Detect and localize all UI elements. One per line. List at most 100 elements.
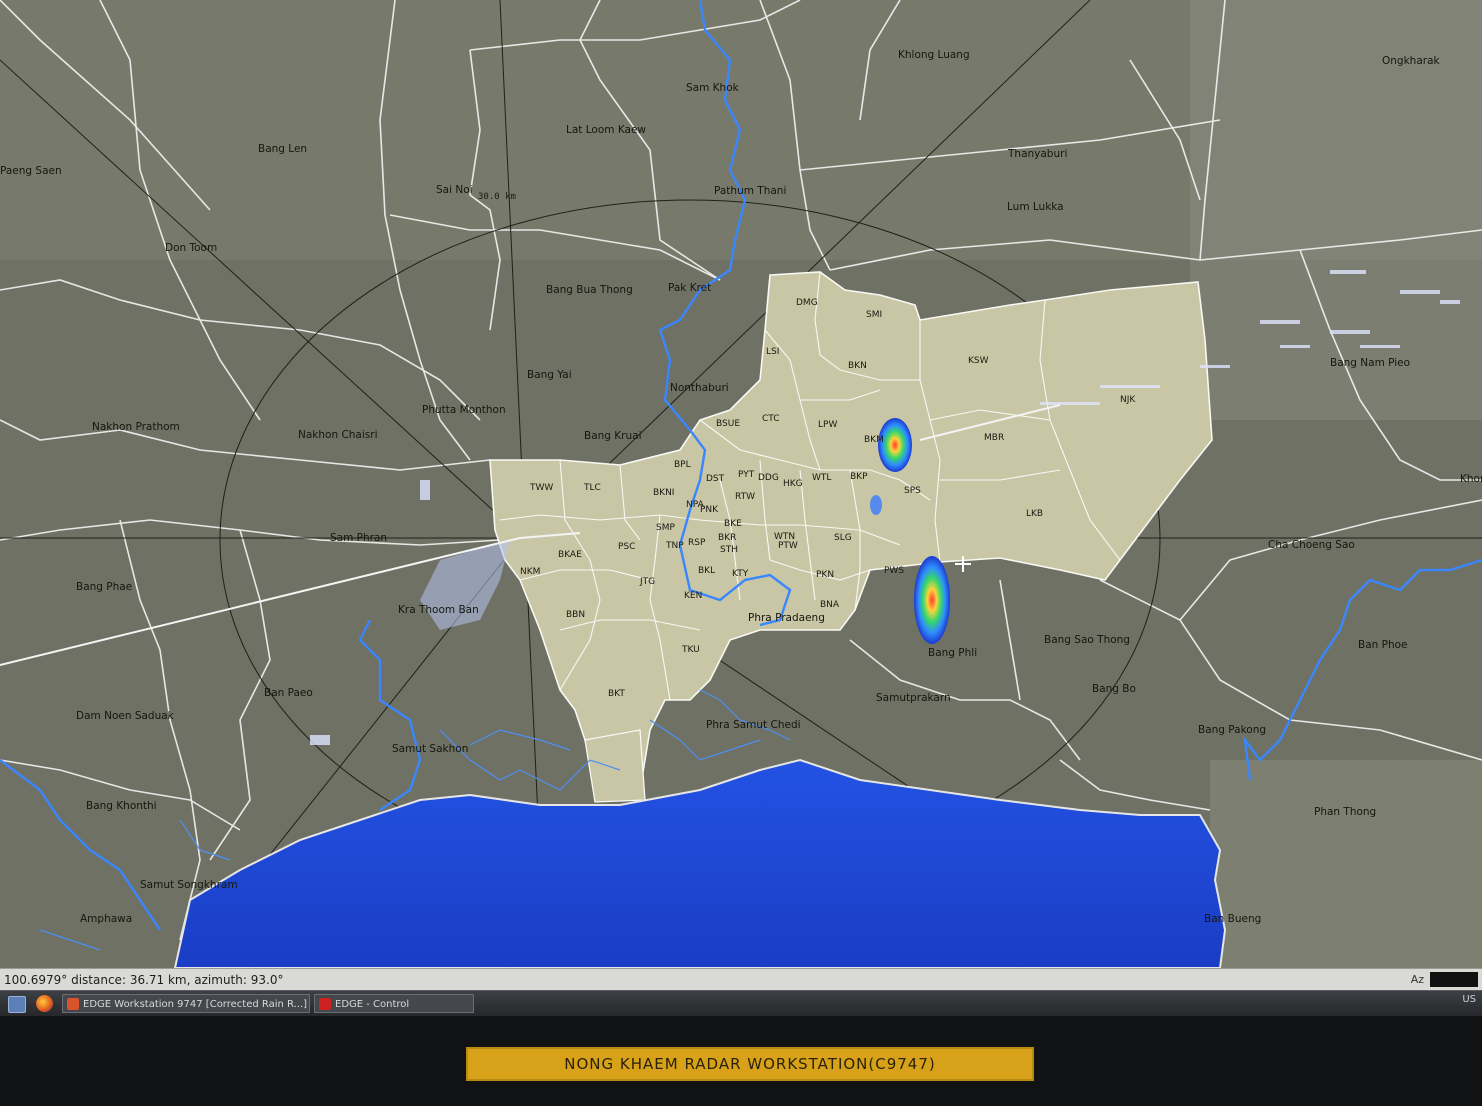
district-label: KSW [968,356,989,366]
azimuth-value: 93.0° [250,973,284,987]
district-label: LPW [818,420,837,430]
place-label: Samut Sakhon [392,743,468,755]
taskbar: EDGE Workstation 9747 [Corrected Rain R.… [0,990,1482,1017]
place-label: Bang Yai [527,369,572,381]
firefox-icon[interactable] [36,995,53,1012]
rain-cell-small [870,495,882,515]
district-label: SLG [834,533,852,543]
district-label: BKN [848,361,867,371]
district-label: KTY [732,569,749,579]
district-label: LKB [1026,509,1043,519]
distance-value: 36.71 km, [129,973,191,987]
app-icon [319,998,331,1010]
rain-cell-north [878,418,912,472]
district-label: PTW [778,541,798,551]
district-label: LSI [766,347,779,357]
place-label: Bang Bo [1092,683,1136,695]
taskbar-item-workstation[interactable]: EDGE Workstation 9747 [Corrected Rain R.… [62,994,310,1013]
place-label: Bang Bua Thong [546,284,633,296]
district-bkt-strip [584,729,646,803]
place-label: Bang Sao Thong [1044,634,1130,646]
place-label: Khlong Luang [898,49,970,61]
place-label: Phra Samut Chedi [706,719,801,731]
place-label: Samutprakarn [876,692,951,704]
place-label: Bang Pakong [1198,724,1266,736]
place-label: Nakhon Chaisri [298,429,377,441]
district-label: PSC [618,542,635,552]
az-label: Az [1410,973,1424,986]
place-label: Phan Thong [1314,806,1376,818]
district-label: NKM [520,567,540,577]
district-label: SMP [656,523,675,533]
place-label: Phutta Monthon [422,404,506,416]
workstation-nameplate: NONG KHAEM RADAR WORKSTATION(C9747) [466,1047,1034,1081]
place-label: Sai Noi [436,184,473,196]
coordinate-value: 100.6979° [4,973,68,987]
place-label: Bang Nam Pieo [1330,357,1410,369]
district-label: HKG [783,479,803,489]
district-label: TWW [529,483,553,493]
district-label: BPL [674,460,691,470]
radar-map[interactable]: 30.0 km Khlong Luang Sam Khok Ongkharak … [0,0,1482,968]
keyboard-layout[interactable]: US [1462,994,1476,1005]
place-label: Ban Phoe [1358,639,1408,651]
place-label: Bang Len [258,143,307,155]
district-label: TNP [665,541,684,551]
place-label: Don Toom [165,242,217,254]
place-label: Cha Choeng Sao [1268,539,1355,551]
district-label: WTL [812,473,831,483]
place-label: Lum Lukka [1007,201,1064,213]
district-label: BSUE [716,419,740,429]
district-label: BKAE [558,550,582,560]
distance-label: distance: [71,973,126,987]
start-menu-icon[interactable] [8,996,26,1013]
status-bar: 100.6979° distance: 36.71 km, azimuth: 9… [0,968,1482,991]
district-label: SMI [866,310,882,320]
district-label: BKM [864,435,884,445]
radar-display[interactable]: 30.0 km Khlong Luang Sam Khok Ongkharak … [0,0,1482,968]
place-label: Ban Paeo [264,687,313,699]
place-label: Bang Kruai [584,430,642,442]
district-label: SPS [904,486,921,496]
place-label: Bang Phli [928,647,977,659]
place-label: Sam Phran [330,532,387,544]
place-label: Pak Kret [668,282,711,294]
district-label: JTG [639,577,655,587]
taskbar-item-label: EDGE Workstation 9747 [Corrected Rain R.… [83,999,308,1010]
place-label: Sam Khok [686,82,740,94]
place-label: Thanyaburi [1007,148,1067,160]
place-label: Pathum Thani [714,185,786,197]
district-label: BKP [850,472,868,482]
district-label: PNK [700,505,719,515]
district-label: PYT [738,470,755,480]
place-label: Bang Phae [76,581,132,593]
district-label: DST [706,474,725,484]
district-label: KEN [684,591,702,601]
district-label: BKE [724,519,742,529]
app-icon [67,998,79,1010]
place-label: Phra Pradaeng [748,612,825,624]
place-label: Paeng Saen [0,165,62,177]
district-label: BKR [718,533,736,543]
district-label: CTC [762,414,780,424]
place-label: Ban Bueng [1204,913,1261,925]
azimuth-label: azimuth: [194,973,247,987]
district-label: BKT [608,689,625,699]
place-label: Lat Loom Kaew [566,124,646,136]
district-label: NJK [1120,395,1136,405]
range-ring-label: 30.0 km [478,192,516,202]
district-label: PWS [884,566,904,576]
taskbar-item-label: EDGE - Control [335,999,410,1010]
place-label: Dam Noen Saduak [76,710,175,722]
district-label: BKL [698,566,715,576]
district-label: MBR [984,433,1004,443]
system-tray[interactable]: US [1462,994,1476,1005]
taskbar-item-control[interactable]: EDGE - Control [314,994,474,1013]
district-label: RSP [688,538,706,548]
place-label: Amphawa [80,913,132,925]
district-label: BNA [820,600,840,610]
rain-cell-south [914,556,950,644]
district-label: PKN [816,570,834,580]
place-label: Ongkharak [1382,55,1441,67]
district-label: BBN [566,610,585,620]
